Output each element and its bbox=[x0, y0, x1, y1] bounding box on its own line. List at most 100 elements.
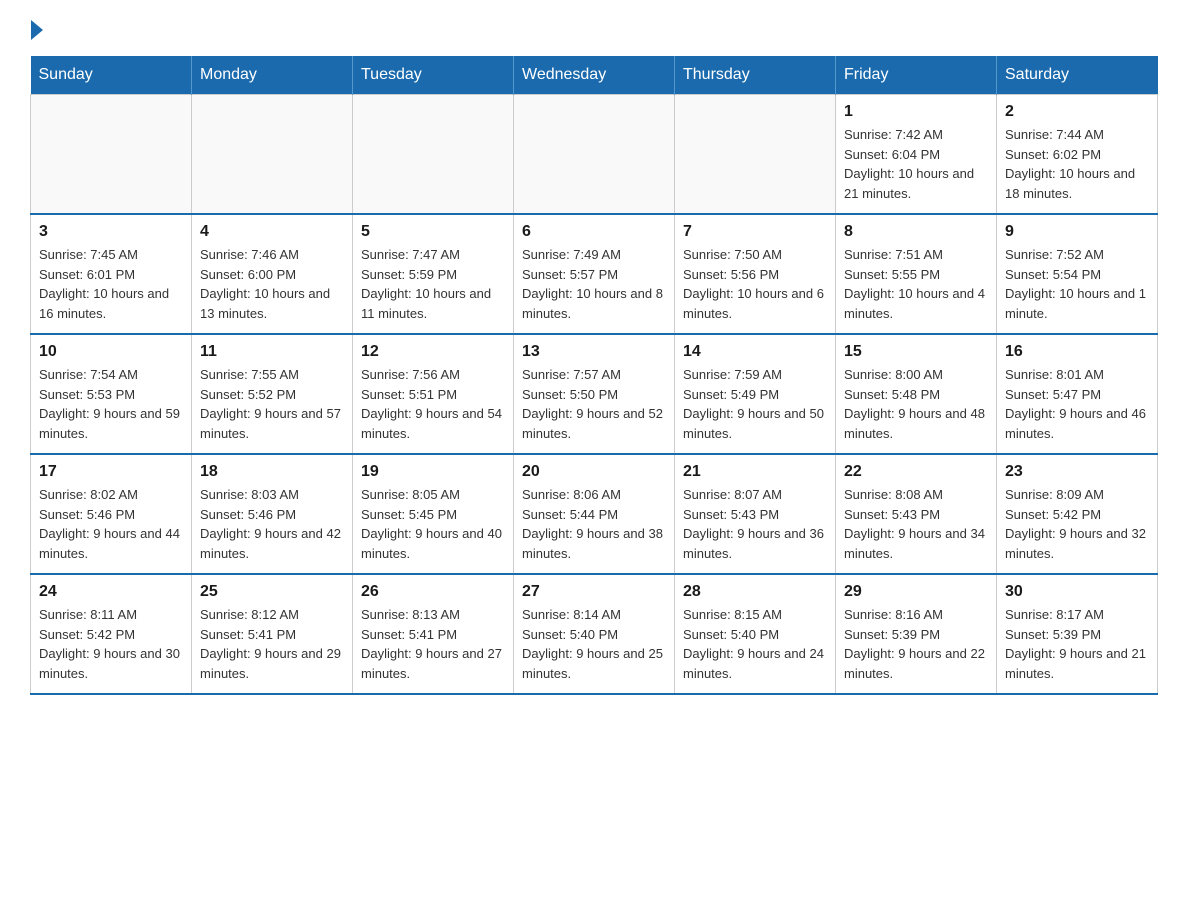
day-number: 6 bbox=[522, 223, 666, 241]
day-info: Sunrise: 8:17 AM Sunset: 5:39 PM Dayligh… bbox=[1005, 605, 1149, 683]
calendar-cell: 21 Sunrise: 8:07 AM Sunset: 5:43 PM Dayli… bbox=[675, 454, 836, 574]
calendar-week-row: 10 Sunrise: 7:54 AM Sunset: 5:53 PM Dayli… bbox=[31, 334, 1158, 454]
calendar-cell: 4Sunrise: 7:46 AM Sunset: 6:00 PM Daylig… bbox=[192, 214, 353, 334]
calendar-cell: 3 Sunrise: 7:45 AM Sunset: 6:01 PM Daylig… bbox=[31, 214, 192, 334]
page-header bbox=[30, 20, 1158, 40]
day-info: Sunrise: 7:57 AM Sunset: 5:50 PM Dayligh… bbox=[522, 365, 666, 443]
day-info: Sunrise: 7:56 AM Sunset: 5:51 PM Dayligh… bbox=[361, 365, 505, 443]
logo bbox=[30, 20, 43, 40]
calendar-cell: 25 Sunrise: 8:12 AM Sunset: 5:41 PM Dayli… bbox=[192, 574, 353, 694]
day-info: Sunrise: 7:47 AM Sunset: 5:59 PM Dayligh… bbox=[361, 245, 505, 323]
calendar-cell: 12 Sunrise: 7:56 AM Sunset: 5:51 PM Dayli… bbox=[353, 334, 514, 454]
day-number: 15 bbox=[844, 343, 988, 361]
day-number: 3 bbox=[39, 223, 183, 241]
day-info: Sunrise: 8:06 AM Sunset: 5:44 PM Dayligh… bbox=[522, 485, 666, 563]
day-number: 29 bbox=[844, 583, 988, 601]
day-number: 5 bbox=[361, 223, 505, 241]
calendar-cell: 17 Sunrise: 8:02 AM Sunset: 5:46 PM Dayli… bbox=[31, 454, 192, 574]
calendar-cell: 27 Sunrise: 8:14 AM Sunset: 5:40 PM Dayli… bbox=[514, 574, 675, 694]
day-number: 28 bbox=[683, 583, 827, 601]
calendar-cell: 23 Sunrise: 8:09 AM Sunset: 5:42 PM Dayli… bbox=[997, 454, 1158, 574]
calendar-table: SundayMondayTuesdayWednesdayThursdayFrid… bbox=[30, 56, 1158, 695]
calendar-day-header: Thursday bbox=[675, 56, 836, 95]
calendar-day-header: Sunday bbox=[31, 56, 192, 95]
day-number: 10 bbox=[39, 343, 183, 361]
day-info: Sunrise: 7:45 AM Sunset: 6:01 PM Dayligh… bbox=[39, 245, 183, 323]
day-info: Sunrise: 7:52 AM Sunset: 5:54 PM Dayligh… bbox=[1005, 245, 1149, 323]
day-number: 25 bbox=[200, 583, 344, 601]
day-number: 2 bbox=[1005, 103, 1149, 121]
day-info: Sunrise: 7:51 AM Sunset: 5:55 PM Dayligh… bbox=[844, 245, 988, 323]
day-info: Sunrise: 8:11 AM Sunset: 5:42 PM Dayligh… bbox=[39, 605, 183, 683]
calendar-cell: 8 Sunrise: 7:51 AM Sunset: 5:55 PM Daylig… bbox=[836, 214, 997, 334]
logo-triangle-icon bbox=[31, 20, 43, 40]
calendar-cell: 6 Sunrise: 7:49 AM Sunset: 5:57 PM Daylig… bbox=[514, 214, 675, 334]
day-number: 8 bbox=[844, 223, 988, 241]
calendar-cell: 7 Sunrise: 7:50 AM Sunset: 5:56 PM Daylig… bbox=[675, 214, 836, 334]
calendar-day-header: Tuesday bbox=[353, 56, 514, 95]
day-info: Sunrise: 8:12 AM Sunset: 5:41 PM Dayligh… bbox=[200, 605, 344, 683]
day-number: 9 bbox=[1005, 223, 1149, 241]
calendar-cell bbox=[31, 95, 192, 215]
calendar-day-header: Monday bbox=[192, 56, 353, 95]
day-info: Sunrise: 7:54 AM Sunset: 5:53 PM Dayligh… bbox=[39, 365, 183, 443]
day-info: Sunrise: 7:59 AM Sunset: 5:49 PM Dayligh… bbox=[683, 365, 827, 443]
calendar-day-header: Saturday bbox=[997, 56, 1158, 95]
day-info: Sunrise: 8:03 AM Sunset: 5:46 PM Dayligh… bbox=[200, 485, 344, 563]
calendar-cell: 24 Sunrise: 8:11 AM Sunset: 5:42 PM Dayli… bbox=[31, 574, 192, 694]
day-number: 18 bbox=[200, 463, 344, 481]
calendar-cell: 22Sunrise: 8:08 AM Sunset: 5:43 PM Dayli… bbox=[836, 454, 997, 574]
day-number: 24 bbox=[39, 583, 183, 601]
day-number: 7 bbox=[683, 223, 827, 241]
day-info: Sunrise: 7:50 AM Sunset: 5:56 PM Dayligh… bbox=[683, 245, 827, 323]
calendar-cell bbox=[514, 95, 675, 215]
calendar-cell: 5 Sunrise: 7:47 AM Sunset: 5:59 PM Daylig… bbox=[353, 214, 514, 334]
calendar-week-row: 1Sunrise: 7:42 AM Sunset: 6:04 PM Daylig… bbox=[31, 95, 1158, 215]
calendar-cell bbox=[192, 95, 353, 215]
calendar-cell: 29 Sunrise: 8:16 AM Sunset: 5:39 PM Dayli… bbox=[836, 574, 997, 694]
calendar-cell: 9 Sunrise: 7:52 AM Sunset: 5:54 PM Daylig… bbox=[997, 214, 1158, 334]
day-info: Sunrise: 7:44 AM Sunset: 6:02 PM Dayligh… bbox=[1005, 125, 1149, 203]
calendar-cell: 2 Sunrise: 7:44 AM Sunset: 6:02 PM Daylig… bbox=[997, 95, 1158, 215]
calendar-cell bbox=[353, 95, 514, 215]
calendar-cell: 28 Sunrise: 8:15 AM Sunset: 5:40 PM Dayli… bbox=[675, 574, 836, 694]
day-number: 27 bbox=[522, 583, 666, 601]
day-number: 19 bbox=[361, 463, 505, 481]
day-info: Sunrise: 8:14 AM Sunset: 5:40 PM Dayligh… bbox=[522, 605, 666, 683]
calendar-day-header: Wednesday bbox=[514, 56, 675, 95]
day-info: Sunrise: 8:15 AM Sunset: 5:40 PM Dayligh… bbox=[683, 605, 827, 683]
day-info: Sunrise: 8:00 AM Sunset: 5:48 PM Dayligh… bbox=[844, 365, 988, 443]
day-info: Sunrise: 8:13 AM Sunset: 5:41 PM Dayligh… bbox=[361, 605, 505, 683]
day-info: Sunrise: 8:05 AM Sunset: 5:45 PM Dayligh… bbox=[361, 485, 505, 563]
day-number: 20 bbox=[522, 463, 666, 481]
day-number: 14 bbox=[683, 343, 827, 361]
day-info: Sunrise: 7:49 AM Sunset: 5:57 PM Dayligh… bbox=[522, 245, 666, 323]
calendar-week-row: 3 Sunrise: 7:45 AM Sunset: 6:01 PM Daylig… bbox=[31, 214, 1158, 334]
day-number: 13 bbox=[522, 343, 666, 361]
day-number: 4 bbox=[200, 223, 344, 241]
calendar-week-row: 17 Sunrise: 8:02 AM Sunset: 5:46 PM Dayli… bbox=[31, 454, 1158, 574]
day-number: 1 bbox=[844, 103, 988, 121]
calendar-cell: 30 Sunrise: 8:17 AM Sunset: 5:39 PM Dayli… bbox=[997, 574, 1158, 694]
calendar-cell: 14 Sunrise: 7:59 AM Sunset: 5:49 PM Dayli… bbox=[675, 334, 836, 454]
day-number: 30 bbox=[1005, 583, 1149, 601]
day-info: Sunrise: 8:01 AM Sunset: 5:47 PM Dayligh… bbox=[1005, 365, 1149, 443]
day-number: 23 bbox=[1005, 463, 1149, 481]
calendar-cell: 10 Sunrise: 7:54 AM Sunset: 5:53 PM Dayli… bbox=[31, 334, 192, 454]
day-number: 16 bbox=[1005, 343, 1149, 361]
calendar-cell: 26 Sunrise: 8:13 AM Sunset: 5:41 PM Dayli… bbox=[353, 574, 514, 694]
day-info: Sunrise: 8:16 AM Sunset: 5:39 PM Dayligh… bbox=[844, 605, 988, 683]
day-number: 12 bbox=[361, 343, 505, 361]
calendar-cell bbox=[675, 95, 836, 215]
day-info: Sunrise: 8:09 AM Sunset: 5:42 PM Dayligh… bbox=[1005, 485, 1149, 563]
day-number: 26 bbox=[361, 583, 505, 601]
day-info: Sunrise: 8:07 AM Sunset: 5:43 PM Dayligh… bbox=[683, 485, 827, 563]
calendar-week-row: 24 Sunrise: 8:11 AM Sunset: 5:42 PM Dayli… bbox=[31, 574, 1158, 694]
day-number: 17 bbox=[39, 463, 183, 481]
calendar-cell: 15 Sunrise: 8:00 AM Sunset: 5:48 PM Dayli… bbox=[836, 334, 997, 454]
calendar-cell: 18 Sunrise: 8:03 AM Sunset: 5:46 PM Dayli… bbox=[192, 454, 353, 574]
day-number: 21 bbox=[683, 463, 827, 481]
day-info: Sunrise: 8:02 AM Sunset: 5:46 PM Dayligh… bbox=[39, 485, 183, 563]
calendar-day-header: Friday bbox=[836, 56, 997, 95]
calendar-cell: 16 Sunrise: 8:01 AM Sunset: 5:47 PM Dayli… bbox=[997, 334, 1158, 454]
